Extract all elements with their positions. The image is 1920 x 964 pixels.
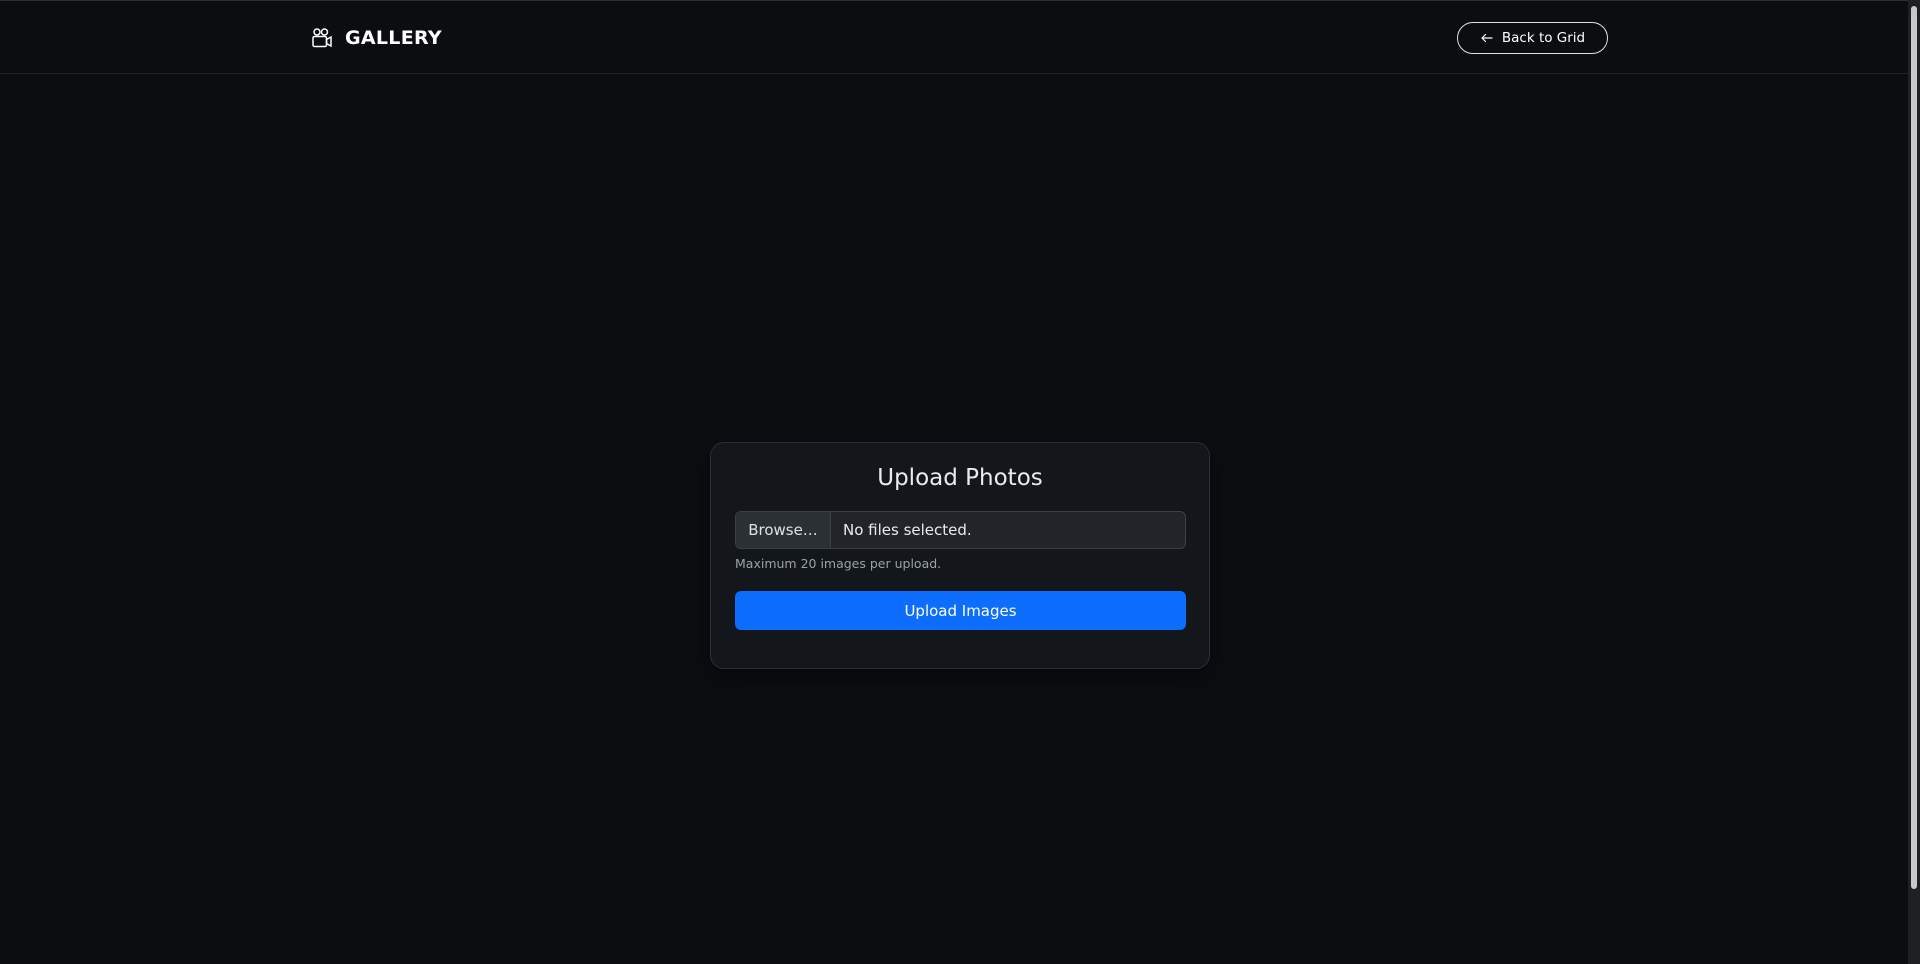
- camera-reels-icon: [311, 27, 333, 49]
- browse-button[interactable]: Browse…: [736, 512, 831, 548]
- brand-link[interactable]: GALLERY: [311, 26, 442, 50]
- file-input[interactable]: Browse… No files selected.: [735, 511, 1186, 549]
- top-navbar: GALLERY Back to Grid: [0, 0, 1908, 74]
- upload-help-text: Maximum 20 images per upload.: [735, 556, 942, 571]
- arrow-left-icon: [1480, 31, 1494, 45]
- upload-title: Upload Photos: [877, 465, 1043, 491]
- page: GALLERY Back to Grid Upload Photos Brows…: [0, 0, 1920, 964]
- back-to-grid-button[interactable]: Back to Grid: [1457, 22, 1608, 54]
- upload-card: Upload Photos Browse… No files selected.…: [710, 442, 1210, 669]
- file-status-text: No files selected.: [843, 521, 972, 539]
- vertical-scrollbar[interactable]: [1908, 0, 1920, 964]
- back-to-grid-label: Back to Grid: [1501, 30, 1586, 46]
- scrollbar-thumb[interactable]: [1911, 6, 1917, 889]
- brand-title: GALLERY: [345, 27, 442, 49]
- upload-images-button[interactable]: Upload Images: [735, 591, 1186, 630]
